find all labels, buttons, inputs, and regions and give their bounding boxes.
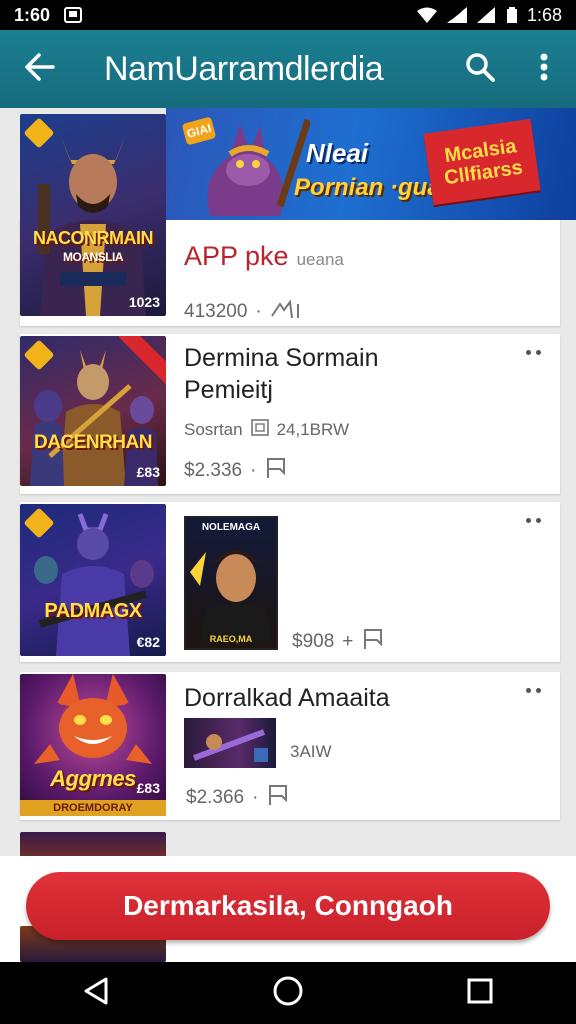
item-meta-size: Sosrtan 24,1BRW [184,418,504,441]
item-title: Dorralkad Amaaita [184,684,390,712]
share-icon[interactable] [270,298,304,326]
signal-bars-icon [476,7,497,23]
status-right: 1:68 [416,4,562,26]
thumbnail-price: £83 [136,464,160,480]
item-price: $908 [292,631,335,652]
back-button[interactable] [0,30,80,108]
mini-poster[interactable]: NOLEMAGA RAEO,MA [184,516,278,650]
sword-icon [192,729,268,762]
triangle-back-icon [82,976,110,1011]
item-text: APP pke ueana 413200 · [184,240,344,326]
item-subtitle: ueana [296,250,344,269]
calendar-icon [250,418,269,441]
item-size: 3AIW [290,742,332,761]
banner-title: Nleai [306,138,369,168]
item-meta: $908 + [292,628,385,656]
item-price: $2.336 [184,460,243,481]
thumbnail-subtitle: DROEMDORAY [20,800,166,816]
signal-icon [446,7,467,23]
item-more-icon[interactable] [526,688,544,696]
item-more-icon[interactable] [526,518,544,526]
status-bar: 1:60 1:68 [0,0,576,30]
overflow-menu-button[interactable] [512,30,576,108]
meta-separator: · [250,460,257,481]
nav-recents-button[interactable] [450,968,510,1018]
status-time-right: 1:68 [526,4,562,25]
thumbnail-title: DACENRHAN [34,432,152,453]
thumbnail-subtitle: MOANSLIA [63,250,124,264]
item-label: Sosrtan [184,419,243,439]
meta-separator: + [342,631,354,652]
thumbnail-price: 1023 [128,294,160,310]
person-portrait-icon [190,550,272,642]
app-thumbnail[interactable]: DACENRHAN £83 [20,336,166,486]
nav-back-button[interactable] [66,968,126,1018]
thumbnail-title: PADMAGX [44,600,142,622]
status-left: 1:60 [14,5,84,26]
square-recents-icon [466,977,494,1010]
search-icon [465,52,495,87]
item-title: Dermina Sormain Pemieitj [184,344,379,404]
item-title-row: APP pke ueana [184,240,344,272]
item-size: 24,1BRW [276,419,350,439]
meta-separator: · [252,787,259,808]
item-price: 413200 [184,301,248,322]
creature-illustration [207,118,310,216]
item-text: Dorralkad Amaaita [184,682,504,714]
meta-separator: · [255,301,262,322]
bookmark-flag-icon[interactable] [361,628,385,656]
item-price: $2.366 [186,787,245,808]
app-thumbnail[interactable]: NACONRMAIN MOANSLIA 1023 [20,114,166,316]
item-title: APP pke [184,241,289,271]
banner-badge: Mcalsia Cllfiarss [423,118,541,206]
thumbnail-title: NACONRMAIN [33,228,154,248]
primary-cta-button[interactable]: Dermarkasila, Conngaoh [26,872,550,940]
app-bar: NamUarramdlerdia [0,30,576,108]
item-meta: $2.366 · [186,784,290,812]
item-more-icon[interactable] [526,350,544,358]
thumbnail-price: €82 [136,634,160,650]
item-meta-size: 3AIW [290,742,332,762]
item-meta: $2.336 · [184,457,504,485]
thumbnail-price: £83 [136,780,160,796]
system-nav-bar [0,962,576,1024]
hero-figure-icon [38,134,146,316]
nav-home-button[interactable] [258,968,318,1018]
app-title: NamUarramdlerdia [104,49,384,88]
app-thumbnail[interactable]: Aggrnes DROEMDORAY £83 [20,674,166,816]
circle-home-icon [272,975,304,1012]
battery-icon [506,7,517,23]
item-text: Dermina Sormain Pemieitj Sosrtan 24,1BRW… [184,342,504,485]
promo-banner[interactable]: GIAI Nleai Pornian ·guaat Mcalsia Cllfia… [166,108,576,220]
app-thumbnail[interactable]: PADMAGX €82 [20,504,166,656]
mini-poster-subtitle: RAEO,MA [209,634,253,644]
search-button[interactable] [448,30,512,108]
arrow-left-icon [25,52,55,86]
banner-badge-text: Mcalsia Cllfiarss [442,135,525,190]
bookmark-flag-icon[interactable] [264,457,288,485]
screenshot-icon [64,7,84,23]
item-meta: 413200 · [184,298,344,326]
cta-area: Dermarkasila, Conngaoh [0,856,576,962]
mini-screenshot[interactable] [184,718,276,768]
more-vert-icon [540,53,548,86]
wifi-icon [416,7,437,23]
bookmark-flag-icon[interactable] [266,784,290,812]
status-time-left: 1:60 [14,4,51,25]
app-list[interactable]: GIAI Nleai Pornian ·guaat Mcalsia Cllfia… [0,108,576,864]
